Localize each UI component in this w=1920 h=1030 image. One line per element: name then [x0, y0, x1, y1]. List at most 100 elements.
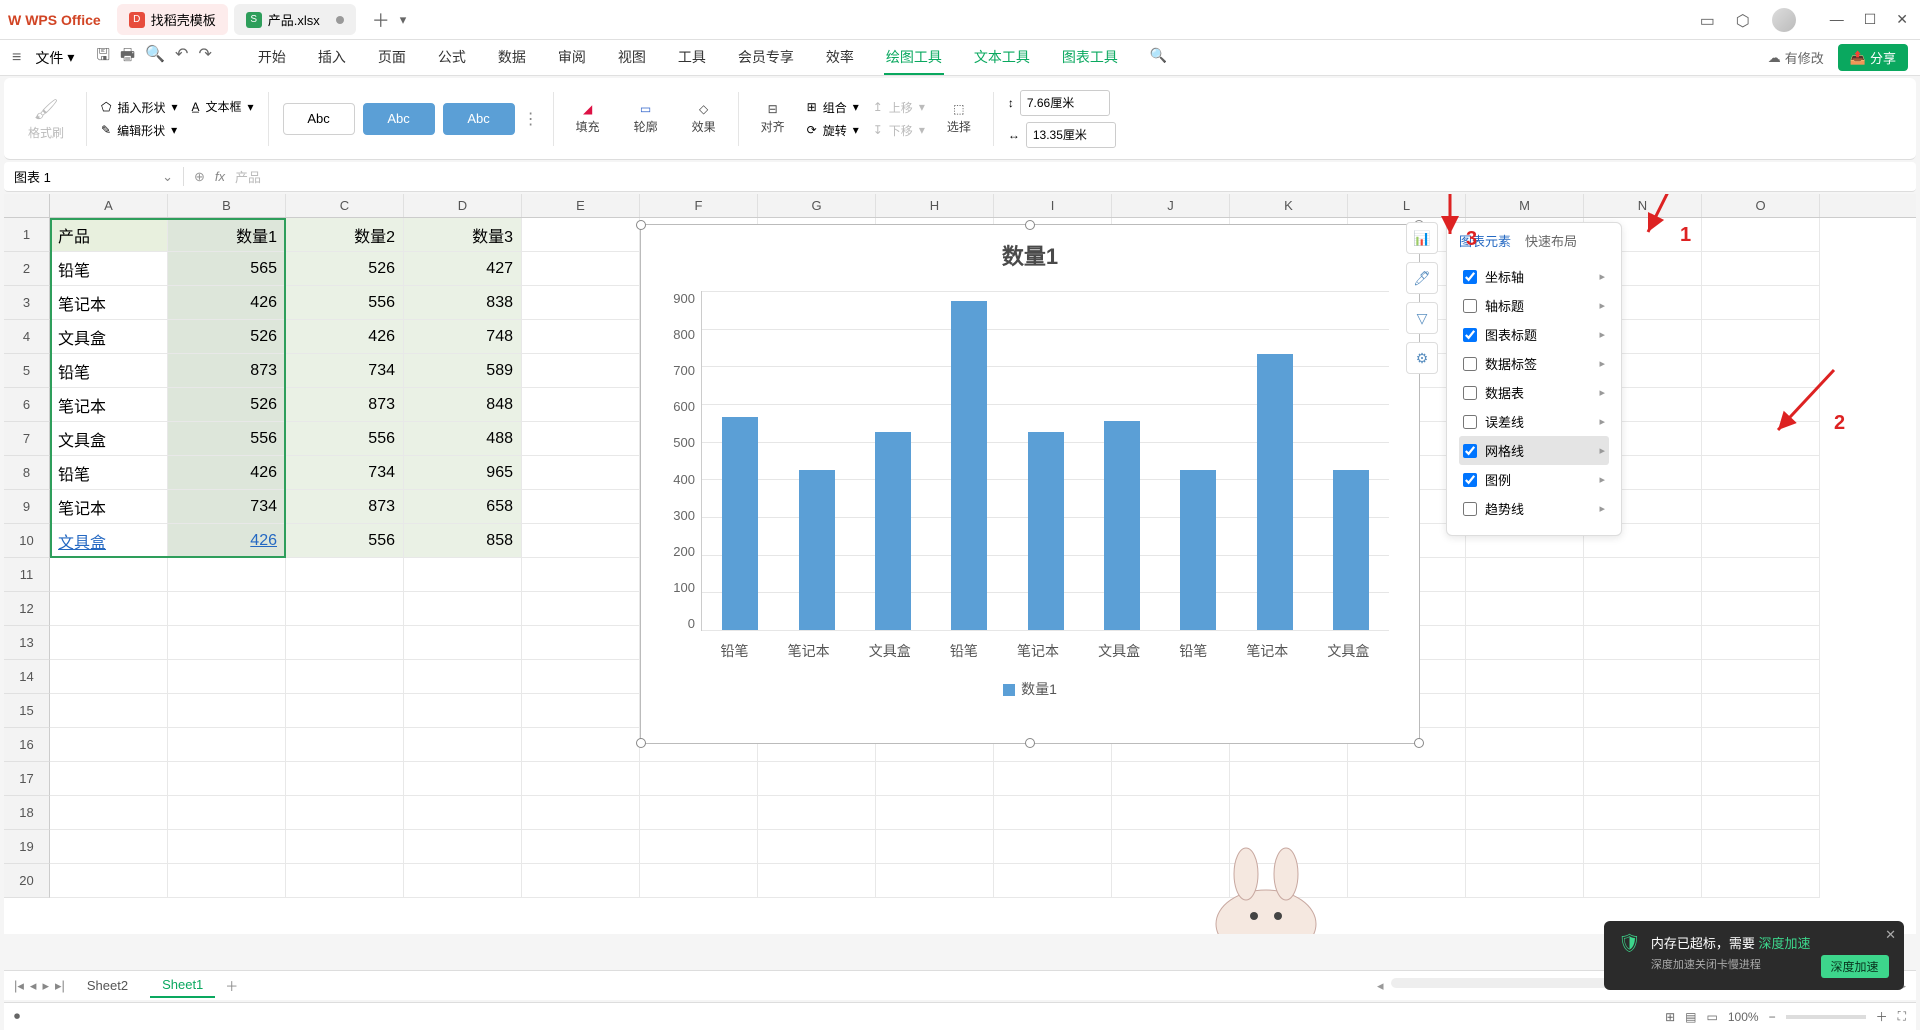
- chart-element-checkbox[interactable]: [1463, 444, 1477, 458]
- share-button[interactable]: 📤 分享: [1838, 44, 1908, 71]
- insert-shape-label[interactable]: 插入形状: [117, 99, 165, 116]
- cell[interactable]: [1466, 728, 1584, 762]
- row-header[interactable]: 12: [4, 592, 50, 626]
- cell[interactable]: [994, 864, 1112, 898]
- cell[interactable]: [50, 762, 168, 796]
- cell[interactable]: [1702, 524, 1820, 558]
- cell[interactable]: [522, 728, 640, 762]
- cell[interactable]: [1584, 558, 1702, 592]
- style-preset-2[interactable]: Abc: [363, 103, 435, 135]
- chart-element-item[interactable]: 数据标签▸: [1459, 349, 1609, 378]
- select-all-corner[interactable]: [4, 194, 50, 217]
- chart-element-checkbox[interactable]: [1463, 415, 1477, 429]
- zoom-in-icon[interactable]: ＋: [1876, 1008, 1888, 1025]
- row-header[interactable]: 4: [4, 320, 50, 354]
- menu-review[interactable]: 审阅: [556, 41, 588, 75]
- cell[interactable]: [1702, 830, 1820, 864]
- col-header[interactable]: K: [1230, 194, 1348, 217]
- cell[interactable]: [1584, 660, 1702, 694]
- menu-data[interactable]: 数据: [496, 41, 528, 75]
- align-icon[interactable]: ⊟: [768, 102, 778, 116]
- record-macro-icon[interactable]: ⏺: [14, 1009, 20, 1024]
- cell[interactable]: [1702, 762, 1820, 796]
- cell[interactable]: 556: [286, 524, 404, 558]
- cell[interactable]: [1702, 490, 1820, 524]
- cell[interactable]: 965: [404, 456, 522, 490]
- textbox-label[interactable]: 文本框: [206, 98, 242, 115]
- chart-element-item[interactable]: 数据表▸: [1459, 378, 1609, 407]
- col-header[interactable]: M: [1466, 194, 1584, 217]
- col-header[interactable]: O: [1702, 194, 1820, 217]
- zoom-lens-icon[interactable]: ⊕: [194, 169, 205, 185]
- sheet-tab-2[interactable]: Sheet1: [150, 973, 215, 998]
- search-icon[interactable]: 🔍: [1148, 41, 1169, 75]
- cell[interactable]: [50, 694, 168, 728]
- cell[interactable]: [286, 626, 404, 660]
- row-header[interactable]: 3: [4, 286, 50, 320]
- cell[interactable]: [286, 796, 404, 830]
- col-header[interactable]: G: [758, 194, 876, 217]
- cell[interactable]: [1702, 456, 1820, 490]
- menu-insert[interactable]: 插入: [316, 41, 348, 75]
- cell[interactable]: [522, 796, 640, 830]
- cell[interactable]: [876, 762, 994, 796]
- sheet-prev-icon[interactable]: ◂: [30, 978, 37, 994]
- cell[interactable]: [522, 626, 640, 660]
- chart-bar[interactable]: [1028, 432, 1064, 630]
- chevron-right-icon[interactable]: ▸: [1599, 473, 1605, 486]
- cell[interactable]: [522, 490, 640, 524]
- cell[interactable]: [994, 830, 1112, 864]
- menu-page[interactable]: 页面: [376, 41, 408, 75]
- cell[interactable]: [522, 286, 640, 320]
- menu-drawing-tools[interactable]: 绘图工具: [884, 41, 944, 75]
- menu-member[interactable]: 会员专享: [736, 41, 796, 75]
- chart-element-checkbox[interactable]: [1463, 386, 1477, 400]
- cell[interactable]: 数量1: [168, 218, 286, 252]
- row-header[interactable]: 7: [4, 422, 50, 456]
- cell[interactable]: 铅笔: [50, 456, 168, 490]
- cell[interactable]: [522, 456, 640, 490]
- edit-shape-icon[interactable]: ✎: [101, 123, 111, 137]
- chart-bar[interactable]: [875, 432, 911, 630]
- chart-filter-button[interactable]: ▽: [1406, 302, 1438, 334]
- chart-style-button[interactable]: 🖊: [1406, 262, 1438, 294]
- cell[interactable]: 铅笔: [50, 252, 168, 286]
- cell[interactable]: 488: [404, 422, 522, 456]
- row-header[interactable]: 8: [4, 456, 50, 490]
- chart-object[interactable]: 数量1 9008007006005004003002001000 铅笔笔记本文具…: [640, 224, 1420, 744]
- cell[interactable]: [522, 388, 640, 422]
- cell[interactable]: 748: [404, 320, 522, 354]
- edit-shape-label[interactable]: 编辑形状: [117, 122, 165, 139]
- hscroll-left-icon[interactable]: ◂: [1377, 978, 1384, 994]
- effects-icon[interactable]: ◇: [699, 102, 708, 116]
- zoom-level[interactable]: 100%: [1728, 1010, 1759, 1024]
- resize-handle-se[interactable]: [1414, 738, 1424, 748]
- chart-bar[interactable]: [1104, 421, 1140, 630]
- cell[interactable]: [1702, 592, 1820, 626]
- chart-element-item[interactable]: 趋势线▸: [1459, 494, 1609, 523]
- cell[interactable]: [1702, 728, 1820, 762]
- cell[interactable]: [1466, 626, 1584, 660]
- col-header[interactable]: J: [1112, 194, 1230, 217]
- cell[interactable]: [286, 592, 404, 626]
- cell[interactable]: [1466, 796, 1584, 830]
- cell[interactable]: [1584, 864, 1702, 898]
- menu-text-tools[interactable]: 文本工具: [972, 41, 1032, 75]
- cell[interactable]: 产品: [50, 218, 168, 252]
- cell[interactable]: [1584, 796, 1702, 830]
- file-menu[interactable]: 文件 ▾: [25, 44, 84, 72]
- minimize-button[interactable]: —: [1826, 7, 1848, 32]
- chevron-right-icon[interactable]: ▸: [1599, 299, 1605, 312]
- cell[interactable]: [1584, 728, 1702, 762]
- cell[interactable]: 文具盒: [50, 524, 168, 558]
- cell[interactable]: [168, 830, 286, 864]
- cell[interactable]: 笔记本: [50, 286, 168, 320]
- row-header[interactable]: 5: [4, 354, 50, 388]
- panel-icon[interactable]: ▭: [1700, 11, 1718, 29]
- chart-elements-button[interactable]: 📊: [1406, 222, 1438, 254]
- cell[interactable]: 658: [404, 490, 522, 524]
- cell[interactable]: [50, 558, 168, 592]
- cell[interactable]: [50, 626, 168, 660]
- cell[interactable]: 文具盒: [50, 422, 168, 456]
- chevron-right-icon[interactable]: ▸: [1599, 444, 1605, 457]
